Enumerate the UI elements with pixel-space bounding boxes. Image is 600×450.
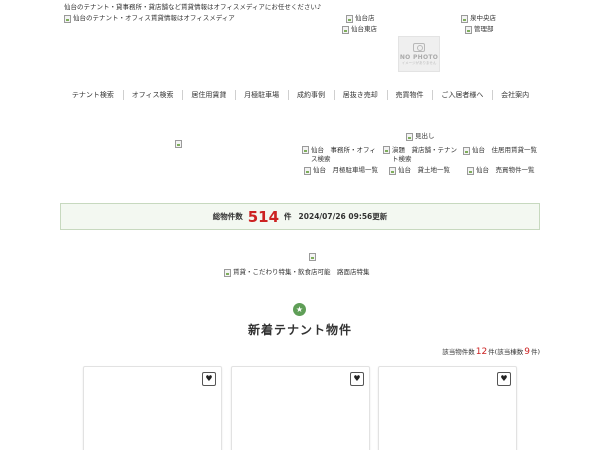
section-title: 新着テナント物件 bbox=[247, 323, 352, 337]
feature-banner-alt: 賃貸・こだわり特集・飲食店可能 路面店特集 bbox=[233, 268, 370, 276]
main-nav: テナント検索 オフィス検索 居住用賃貸 月極駐車場 成約事例 居抜き売却 売買物… bbox=[63, 84, 538, 106]
updated-timestamp: 2024/07/26 09:56更新 bbox=[298, 212, 388, 221]
quick-link-label: 仙台 月極駐車場一覧 bbox=[313, 166, 378, 174]
quick-link-office-search[interactable]: 仙台 事務所・オフィス検索 bbox=[302, 146, 380, 164]
match-count-value: 12 bbox=[475, 347, 488, 357]
heading-image: 見出し bbox=[406, 132, 435, 141]
nav-item-sale-properties[interactable]: 売買物件 bbox=[386, 84, 433, 106]
broken-image-icon bbox=[342, 25, 349, 34]
property-card[interactable]: ♥ bbox=[231, 366, 370, 450]
quick-link-label: 仙台 貸土地一覧 bbox=[398, 166, 450, 174]
match-unit: 件(該当棟数 bbox=[488, 348, 524, 356]
match-count: 該当物件数 12 件(該当棟数 9 件) bbox=[442, 346, 540, 357]
site-logo[interactable]: 仙台のテナント・オフィス賃貸情報はオフィスメディア bbox=[64, 14, 235, 23]
nav-item-company[interactable]: 会社案内 bbox=[492, 84, 538, 106]
quick-link-label: 仙台 売買物件一覧 bbox=[476, 166, 535, 174]
star-badge-icon: ★ bbox=[293, 303, 306, 316]
building-unit: 件) bbox=[530, 348, 540, 356]
branch-link-sendai-east[interactable]: 仙台東店 bbox=[342, 25, 377, 34]
branch-link-izumi-chuo[interactable]: 泉中央店 bbox=[461, 14, 496, 23]
total-label: 総物件数 bbox=[212, 212, 243, 221]
broken-image-icon bbox=[224, 268, 231, 277]
no-photo-subtitle: イメージがありません bbox=[401, 60, 437, 65]
nav-item-residents[interactable]: ご入居者様へ bbox=[432, 84, 492, 106]
nav-item-contract-cases[interactable]: 成約事例 bbox=[288, 84, 334, 106]
total-unit: 件 bbox=[284, 212, 292, 221]
heading-image-alt: 見出し bbox=[415, 132, 435, 140]
heart-icon[interactable]: ♥ bbox=[202, 372, 216, 386]
branch-label: 泉中央店 bbox=[470, 14, 496, 22]
building-count-value: 9 bbox=[524, 347, 530, 357]
broken-image-icon bbox=[383, 146, 390, 154]
broken-image-icon bbox=[465, 25, 472, 34]
property-card[interactable]: ♥ bbox=[378, 366, 517, 450]
broken-image-icon bbox=[302, 146, 309, 154]
property-card[interactable]: ♥ bbox=[83, 366, 222, 450]
no-photo-placeholder: NO PHOTO イメージがありません bbox=[398, 36, 440, 72]
broken-image-icon bbox=[346, 14, 353, 23]
broken-image-icon bbox=[309, 253, 317, 261]
quick-link-sale[interactable]: 仙台 売買物件一覧 bbox=[467, 166, 535, 175]
broken-image-icon bbox=[461, 14, 468, 23]
broken-image-icon bbox=[406, 132, 413, 141]
quick-link-land[interactable]: 仙台 貸土地一覧 bbox=[389, 166, 450, 175]
nav-item-tenant-search[interactable]: テナント検索 bbox=[63, 84, 123, 106]
nav-item-office-search[interactable]: オフィス検索 bbox=[122, 84, 183, 106]
feature-banner[interactable]: 賃貸・こだわり特集・飲食店可能 路面店特集 bbox=[224, 268, 370, 277]
nav-item-parking[interactable]: 月極駐車場 bbox=[235, 84, 288, 106]
branch-label: 仙台店 bbox=[355, 14, 375, 22]
branch-label: 管理部 bbox=[474, 25, 494, 33]
nav-item-residential[interactable]: 居住用賃貸 bbox=[182, 84, 235, 106]
branch-link-management[interactable]: 管理部 bbox=[465, 25, 494, 34]
quick-link-label: 仙台 住居用賃貸一覧 bbox=[472, 146, 537, 154]
broken-image-icon bbox=[389, 166, 396, 175]
match-label: 該当物件数 bbox=[442, 348, 475, 356]
branch-link-sendai[interactable]: 仙台店 bbox=[346, 14, 375, 23]
heart-icon[interactable]: ♥ bbox=[497, 372, 511, 386]
broken-image-icon bbox=[175, 140, 182, 148]
no-photo-title: NO PHOTO bbox=[399, 53, 439, 61]
nav-item-business-transfer[interactable]: 居抜き売却 bbox=[333, 84, 387, 106]
header-tagline: 仙台のテナント・貸事務所・貸店舗など賃貸情報はオフィスメディアにお任せください♪ bbox=[64, 3, 322, 11]
quick-link-label: 演題 貸店舗・テナント検索 bbox=[392, 146, 457, 163]
broken-image-icon bbox=[467, 166, 474, 175]
camera-icon bbox=[413, 42, 425, 52]
quick-link-label: 仙台 事務所・オフィス検索 bbox=[311, 146, 376, 163]
total-properties-box: 総物件数 514 件 2024/07/26 09:56更新 bbox=[60, 203, 540, 230]
heart-icon[interactable]: ♥ bbox=[350, 372, 364, 386]
total-count: 514 bbox=[247, 207, 280, 226]
quick-link-tenant-search[interactable]: 演題 貸店舗・テナント検索 bbox=[383, 146, 463, 164]
quick-link-parking[interactable]: 仙台 月極駐車場一覧 bbox=[304, 166, 378, 175]
site-logo-alt: 仙台のテナント・オフィス賃貸情報はオフィスメディア bbox=[73, 14, 235, 22]
quick-link-residential[interactable]: 仙台 住居用賃貸一覧 bbox=[463, 146, 537, 155]
broken-image-icon bbox=[463, 146, 470, 155]
branch-label: 仙台東店 bbox=[351, 25, 377, 33]
broken-image-icon bbox=[304, 166, 311, 175]
broken-image-icon bbox=[64, 14, 71, 23]
